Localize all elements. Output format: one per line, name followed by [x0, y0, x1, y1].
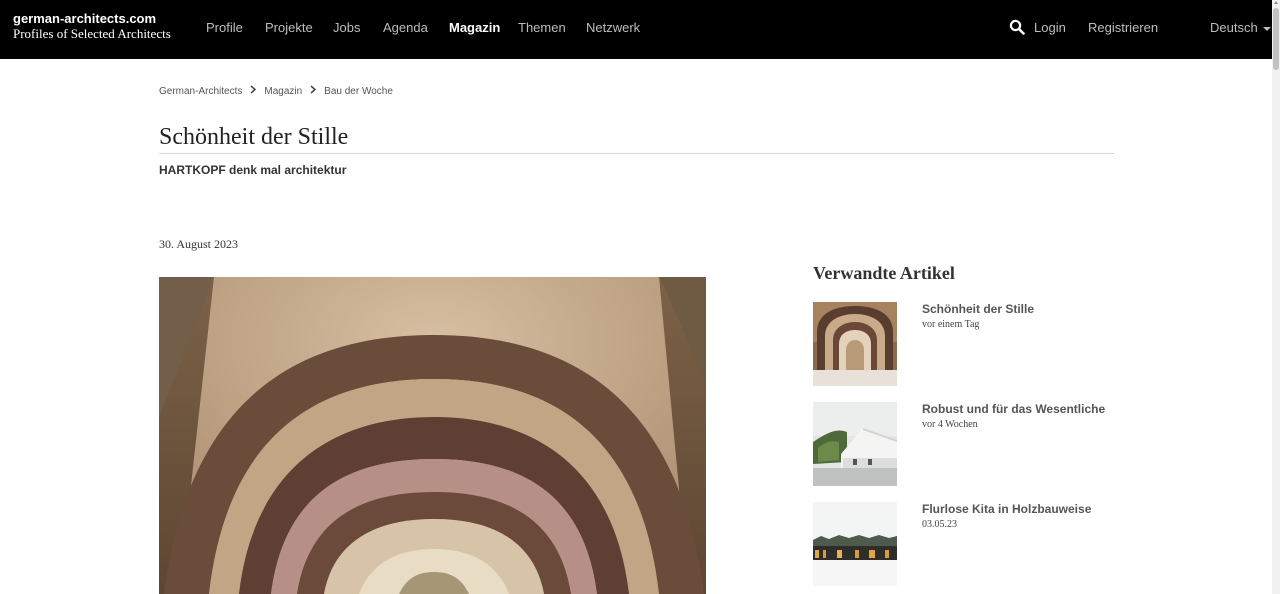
nav-profile[interactable]: Profile [206, 20, 243, 35]
chevron-right-icon [308, 85, 318, 97]
related-title[interactable]: Robust und für das Wesentliche [922, 402, 1105, 416]
related-article[interactable]: Robust und für das Wesentliche vor 4 Woc… [813, 402, 1133, 487]
breadcrumb-current[interactable]: Bau der Woche [324, 86, 393, 97]
site-logo[interactable]: german-architects.com Profiles of Select… [13, 12, 171, 40]
chevron-down-icon [1262, 26, 1271, 31]
scroll-up-icon[interactable] [1274, 1, 1278, 4]
hero-image[interactable] [159, 277, 706, 594]
related-date: 03.05.23 [922, 519, 957, 530]
nav-agenda[interactable]: Agenda [383, 20, 428, 35]
brand-tagline: Profiles of Selected Architects [13, 26, 171, 41]
related-date: vor 4 Wochen [922, 419, 978, 430]
breadcrumb-home[interactable]: German-Architects [159, 86, 242, 97]
related-thumbnail[interactable] [813, 402, 897, 486]
related-title[interactable]: Flurlose Kita in Holzbauweise [922, 502, 1091, 516]
nav-magazin[interactable]: Magazin [449, 20, 500, 35]
chevron-right-icon [248, 85, 258, 97]
page-title: Schönheit der Stille [159, 124, 349, 150]
breadcrumb: German-Architects Magazin Bau der Woche [159, 85, 393, 97]
register-link[interactable]: Registrieren [1088, 20, 1158, 35]
scrollbar-thumb[interactable] [1273, 8, 1279, 70]
language-dropdown[interactable]: Deutsch [1210, 20, 1271, 35]
related-thumbnail[interactable] [813, 302, 897, 386]
nav-projekte[interactable]: Projekte [265, 20, 313, 35]
nav-themen[interactable]: Themen [518, 20, 566, 35]
related-title[interactable]: Schönheit der Stille [922, 302, 1034, 316]
top-navbar: german-architects.com Profiles of Select… [0, 0, 1272, 59]
language-label: Deutsch [1210, 20, 1258, 35]
breadcrumb-magazin[interactable]: Magazin [264, 86, 302, 97]
search-icon[interactable] [1009, 19, 1025, 35]
title-divider [159, 153, 1114, 154]
related-date: vor einem Tag [922, 319, 980, 330]
related-thumbnail[interactable] [813, 502, 897, 586]
article-date: 30. August 2023 [159, 237, 239, 251]
related-article[interactable]: Flurlose Kita in Holzbauweise 03.05.23 [813, 502, 1133, 587]
article-author[interactable]: HARTKOPF denk mal architektur [159, 163, 346, 177]
login-link[interactable]: Login [1034, 20, 1066, 35]
related-article[interactable]: Schönheit der Stille vor einem Tag [813, 302, 1133, 387]
related-heading: Verwandte Artikel [813, 263, 955, 283]
nav-netzwerk[interactable]: Netzwerk [586, 20, 640, 35]
brand-name: german-architects.com [13, 11, 157, 26]
scrollbar[interactable] [1272, 0, 1280, 594]
nav-jobs[interactable]: Jobs [333, 20, 360, 35]
